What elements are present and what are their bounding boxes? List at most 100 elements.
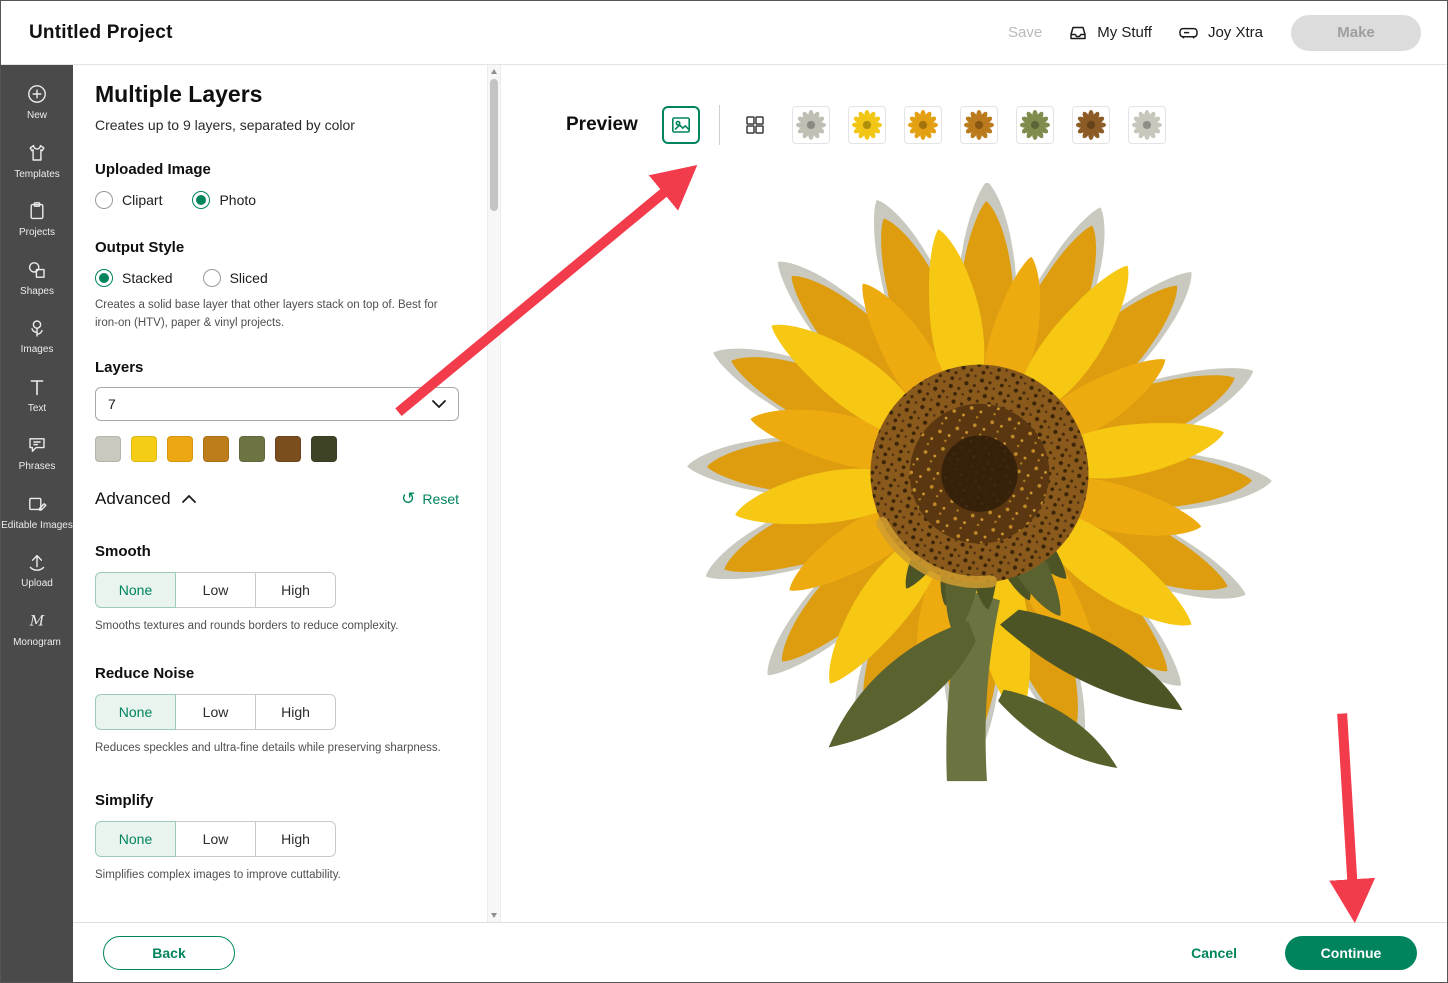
my-stuff-button[interactable]: My Stuff [1068, 23, 1152, 43]
svg-text:M: M [29, 613, 45, 629]
sidebar-item-editable-images[interactable]: Editable Images [1, 493, 73, 532]
sidebar-item-phrases[interactable]: Phrases [1, 434, 73, 473]
clipart-radio[interactable] [95, 191, 113, 209]
layer-thumbnail-2[interactable] [847, 106, 886, 144]
top-bar: Untitled Project Save My Stuff Joy Xtra … [1, 1, 1447, 65]
layer-thumbnail-5[interactable] [1015, 106, 1054, 144]
save-button[interactable]: Save [1008, 24, 1042, 41]
sidebar-item-shapes[interactable]: Shapes [1, 259, 73, 298]
machine-selector[interactable]: Joy Xtra [1178, 23, 1263, 43]
sidebar-label: Text [27, 402, 47, 414]
layer-thumb-glyph [1020, 110, 1050, 140]
speech-bubble-icon [29, 438, 45, 452]
shapes-icon [28, 261, 45, 278]
inbox-icon [1070, 26, 1086, 39]
clipart-label: Clipart [122, 192, 163, 208]
simplify-high-button[interactable]: High [255, 821, 336, 858]
advanced-toggle[interactable]: Advanced [95, 489, 196, 509]
sidebar-item-text[interactable]: Text [1, 376, 73, 415]
photo-label: Photo [219, 192, 257, 208]
layer-thumbnail-7[interactable] [1127, 106, 1166, 144]
multiple-layers-panel: Multiple Layers Creates up to 9 layers, … [73, 65, 501, 922]
clipart-option[interactable]: Clipart [95, 191, 162, 209]
photo-radio[interactable] [192, 191, 211, 209]
layer-swatch-1 [95, 435, 121, 462]
smooth-none-button[interactable]: None [95, 571, 176, 608]
sidebar-label: Templates [14, 168, 60, 180]
sidebar-item-templates[interactable]: Templates [1, 142, 73, 181]
app-window: Untitled Project Save My Stuff Joy Xtra … [0, 0, 1448, 983]
smooth-high-button[interactable]: High [255, 571, 336, 608]
chevron-down-icon [432, 399, 446, 408]
advanced-label: Advanced [95, 488, 171, 508]
back-button[interactable]: Back [103, 935, 235, 970]
preview-label: Preview [566, 114, 638, 135]
output-style-description: Creates a solid base layer that other la… [95, 299, 438, 329]
reduce-noise-none-button[interactable]: None [95, 694, 176, 731]
new-icon [28, 85, 46, 103]
scroll-down-arrow[interactable] [491, 913, 497, 918]
all-layers-grid-button[interactable] [736, 106, 774, 144]
output-style-label: Output Style [95, 239, 185, 256]
smooth-control: None Low High [95, 571, 336, 608]
sidebar-item-monogram[interactable]: M Monogram [1, 610, 73, 649]
smooth-label: Smooth [95, 542, 151, 560]
sidebar-item-upload[interactable]: Upload [1, 551, 73, 590]
reduce-noise-label: Reduce Noise [95, 665, 195, 683]
sidebar-item-images[interactable]: Images [1, 317, 73, 356]
cancel-button[interactable]: Cancel [1191, 945, 1237, 961]
reduce-noise-high-button[interactable]: High [255, 694, 336, 731]
sidebar-item-projects[interactable]: Projects [1, 200, 73, 239]
sidebar-label: Shapes [20, 285, 54, 297]
text-icon [30, 379, 44, 395]
monogram-icon: M [29, 613, 45, 629]
layer-thumb-glyph [852, 110, 882, 140]
clipboard-icon [30, 202, 44, 220]
layer-thumb-glyph [796, 110, 826, 140]
reduce-noise-low-button[interactable]: Low [175, 694, 256, 731]
sidebar-label: Phrases [18, 461, 56, 472]
simplify-description: Simplifies complex images to improve cut… [95, 869, 341, 882]
footer-bar: Back Cancel Continue [73, 922, 1447, 982]
layer-thumbnail-3[interactable] [903, 106, 942, 144]
layers-count-value: 7 [108, 395, 116, 412]
layer-swatch-5 [239, 435, 265, 462]
sunflower-image [686, 180, 1273, 782]
image-preview-button[interactable] [661, 106, 700, 144]
layer-thumbnail-6[interactable] [1071, 106, 1110, 144]
simplify-none-button[interactable]: None [95, 821, 176, 858]
panel-content: Multiple Layers Creates up to 9 layers, … [73, 65, 487, 922]
flower-icon [31, 320, 43, 337]
grid-icon [746, 116, 764, 134]
machine-label: Joy Xtra [1207, 24, 1263, 41]
uploaded-image-label: Uploaded Image [95, 161, 211, 178]
layers-count-select[interactable]: 7 [95, 386, 459, 421]
panel-scrollbar[interactable] [487, 65, 500, 922]
scrollbar-thumb[interactable] [490, 79, 498, 211]
sidebar-label: Upload [21, 578, 53, 589]
sliced-radio[interactable] [202, 269, 221, 287]
layer-thumb-glyph [908, 110, 938, 140]
reset-label: Reset [422, 490, 459, 507]
smooth-low-button[interactable]: Low [175, 571, 256, 608]
stacked-option[interactable]: Stacked [95, 269, 173, 287]
tshirt-icon [29, 144, 45, 161]
continue-button[interactable]: Continue [1285, 935, 1417, 970]
make-button[interactable]: Make [1291, 14, 1421, 51]
sidebar-label: Images [20, 344, 54, 355]
reduce-noise-description: Reduces speckles and ultra-fine details … [95, 742, 441, 755]
sidebar-item-new[interactable]: New [1, 83, 73, 122]
sidebar-label: Projects [18, 227, 56, 238]
preview-area: Preview [502, 65, 1447, 922]
layer-thumbnail-1[interactable] [791, 106, 830, 144]
scroll-up-arrow[interactable] [491, 69, 497, 74]
simplify-low-button[interactable]: Low [175, 821, 256, 858]
reset-button[interactable]: ↺ Reset [401, 490, 459, 507]
sliced-option[interactable]: Sliced [202, 269, 268, 287]
photo-option[interactable]: Photo [192, 191, 256, 209]
stacked-radio[interactable] [95, 269, 113, 287]
panel-title: Multiple Layers [95, 81, 263, 107]
layer-thumbnail-4[interactable] [959, 106, 998, 144]
layer-swatch-4 [203, 435, 229, 462]
sidebar-label: Editable Images [1, 519, 73, 531]
